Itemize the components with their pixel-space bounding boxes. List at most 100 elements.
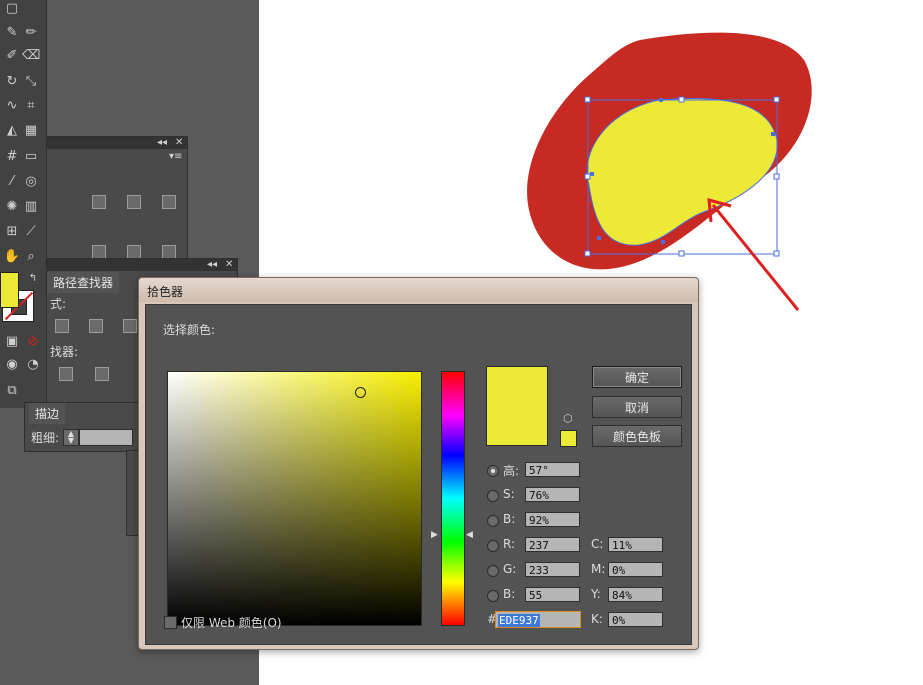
out-of-gamut-cube-icon[interactable]: ⬡	[563, 412, 573, 425]
radio-red[interactable]	[487, 540, 499, 552]
shape-modes-label: 式:	[50, 297, 67, 311]
cyan-label: C:	[591, 537, 604, 551]
brightness-label: B:	[503, 512, 516, 526]
shape-builder-icon[interactable]: ◭	[3, 122, 21, 140]
blue-label: B:	[503, 587, 516, 601]
close-icon[interactable]: ✕	[175, 137, 183, 148]
cancel-button[interactable]: 取消	[592, 396, 682, 418]
warp-icon[interactable]: ∿	[3, 97, 21, 115]
web-safe-color-swatch[interactable]	[560, 430, 577, 447]
tools-panel: ▢ ✎ ✏ ✐ ⌫ ↻ ⤡ ∿ ⌗ ◭ ▦ # ▭ ⁄ ◎ ✺ ▥ ⊞ ⟋ ✋ …	[0, 0, 47, 408]
mesh-icon[interactable]: #	[3, 148, 21, 166]
tab-pathfinder[interactable]: 路径查找器	[47, 272, 120, 293]
minus-front-icon[interactable]	[89, 319, 103, 333]
pathfinders-label: 找器:	[50, 345, 79, 359]
red-label: R:	[503, 537, 516, 551]
tab-stroke[interactable]: 描边	[29, 403, 66, 424]
collapse-icon[interactable]: ◂◂	[207, 259, 217, 270]
radio-green[interactable]	[487, 565, 499, 577]
blob-brush-icon[interactable]: ✐	[3, 47, 21, 65]
stroke-weight-field[interactable]	[79, 429, 133, 446]
rotate-icon[interactable]: ↻	[3, 73, 21, 91]
blue-field[interactable]: 55	[525, 587, 580, 602]
cyan-field[interactable]: 11%	[608, 537, 663, 552]
column-graph-icon[interactable]: ▥	[22, 198, 40, 216]
new-color-preview	[486, 366, 548, 446]
green-field[interactable]: 233	[525, 562, 580, 577]
hue-label: 高:	[503, 464, 520, 478]
color-mode-icon[interactable]: ▣	[3, 333, 21, 351]
close-icon[interactable]: ✕	[225, 259, 233, 270]
magenta-field[interactable]: 0%	[608, 562, 663, 577]
distribute-bottom-icon[interactable]	[162, 245, 176, 259]
ok-button[interactable]: 确定	[592, 366, 682, 388]
hue-slider-left-arrow-icon[interactable]: ▶	[431, 530, 438, 540]
perspective-grid-icon[interactable]: ▦	[22, 122, 40, 140]
yellow-label: Y:	[591, 587, 601, 601]
color-picker-cursor[interactable]	[355, 387, 366, 398]
align-panel: ◂◂ ✕ ▾≡	[46, 136, 188, 260]
dialog-title: 拾色器	[147, 285, 184, 299]
slice-icon[interactable]: ⟋	[22, 223, 40, 241]
align-vcenter-icon[interactable]	[127, 195, 141, 209]
stroke-weight-label: 粗细:	[31, 431, 60, 445]
divide-icon[interactable]	[59, 367, 73, 381]
hand-icon[interactable]: ✋	[3, 248, 21, 266]
distribute-top-icon[interactable]	[92, 245, 106, 259]
collapse-icon[interactable]: ◂◂	[157, 137, 167, 148]
free-transform-icon[interactable]: ⌗	[22, 97, 40, 115]
pencil-icon[interactable]: ✏	[22, 24, 40, 42]
radio-saturation[interactable]	[487, 490, 499, 502]
gradient-icon[interactable]: ▭	[22, 148, 40, 166]
screen-mode-icon[interactable]: ⧉	[3, 382, 21, 400]
magenta-label: M:	[591, 562, 606, 576]
red-arrow	[707, 197, 800, 311]
red-field[interactable]: 237	[525, 537, 580, 552]
select-color-label: 选择颜色:	[163, 323, 216, 337]
stroke-panel: 描边 粗细: ▲ ▼	[24, 402, 156, 452]
hue-field[interactable]: 57°	[525, 462, 580, 477]
paintbrush-icon[interactable]: ✎	[3, 24, 21, 42]
saturation-label: S:	[503, 487, 515, 501]
hex-field[interactable]: EDE937	[495, 611, 581, 628]
artboard-icon[interactable]: ⊞	[3, 223, 21, 241]
intersect-icon[interactable]	[123, 319, 137, 333]
unite-icon[interactable]	[55, 319, 69, 333]
eraser-icon[interactable]: ⌫	[22, 47, 40, 65]
draw-behind-icon[interactable]: ◔	[24, 356, 42, 374]
brightness-field[interactable]: 92%	[525, 512, 580, 527]
hue-slider[interactable]	[441, 371, 465, 626]
rounded-rect-icon[interactable]: ▢	[3, 0, 21, 18]
draw-normal-icon[interactable]: ◉	[3, 356, 21, 374]
align-top-icon[interactable]	[92, 195, 106, 209]
blend-icon[interactable]: ◎	[22, 173, 40, 191]
fill-swatch[interactable]	[0, 272, 19, 308]
color-swatches-button[interactable]: 颜色色板	[592, 425, 682, 447]
black-label: K:	[591, 612, 603, 626]
symbol-sprayer-icon[interactable]: ✺	[3, 198, 21, 216]
black-field[interactable]: 0%	[608, 612, 663, 627]
stroke-weight-stepper[interactable]: ▲ ▼	[63, 429, 79, 446]
align-bottom-icon[interactable]	[162, 195, 176, 209]
web-only-checkbox[interactable]	[164, 616, 177, 629]
green-label: G:	[503, 562, 517, 576]
zoom-icon[interactable]: ⌕	[22, 248, 40, 266]
distribute-vcenter-icon[interactable]	[127, 245, 141, 259]
yellow-field[interactable]: 84%	[608, 587, 663, 602]
scale-icon[interactable]: ⤡	[22, 73, 40, 91]
yellow-shape	[586, 97, 778, 246]
color-field[interactable]	[167, 371, 422, 626]
swap-fill-stroke-icon[interactable]: ↰	[24, 270, 42, 288]
hex-value-selected: EDE937	[498, 614, 540, 627]
none-mode-icon[interactable]: ⊘	[24, 333, 42, 351]
eyedropper-icon[interactable]: ⁄	[3, 173, 21, 191]
radio-brightness[interactable]	[487, 515, 499, 527]
color-picker-dialog: 拾色器 选择颜色: ▶ ◀ ⬡ 确定 取消 颜色色板 高: 57° S: 76%…	[138, 277, 699, 650]
saturation-field[interactable]: 76%	[525, 487, 580, 502]
dialog-titlebar[interactable]: 拾色器	[139, 278, 698, 302]
hue-slider-right-arrow-icon[interactable]: ◀	[466, 530, 473, 540]
panel-menu-icon[interactable]: ▾≡	[169, 151, 182, 162]
radio-hue[interactable]	[487, 465, 499, 477]
trim-icon[interactable]	[95, 367, 109, 381]
radio-blue[interactable]	[487, 590, 499, 602]
